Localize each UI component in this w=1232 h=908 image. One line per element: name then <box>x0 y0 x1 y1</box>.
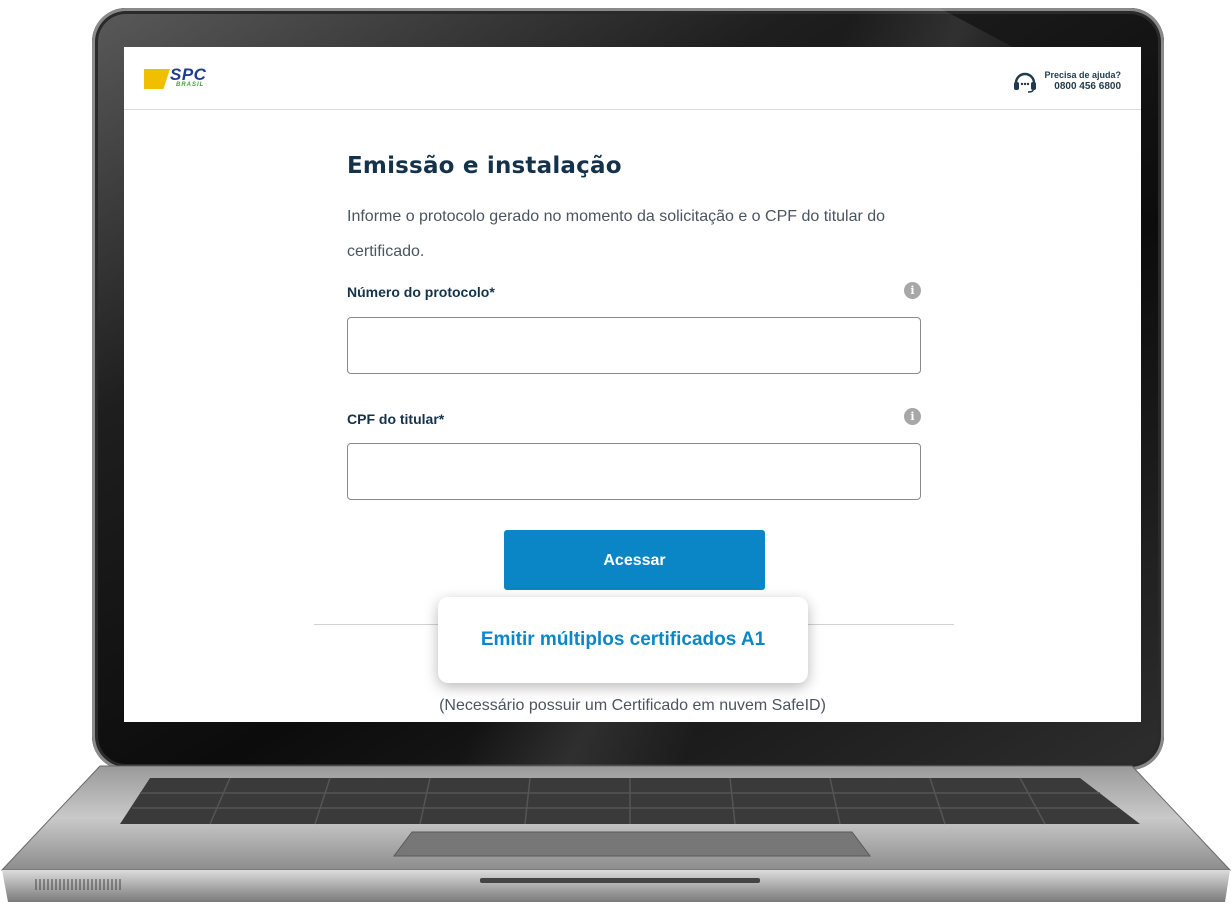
protocol-input[interactable] <box>347 317 921 374</box>
logo-subtext: BRASIL <box>176 82 205 88</box>
protocol-label: Número do protocolo* <box>347 284 495 300</box>
protocol-info-icon[interactable]: i <box>904 282 921 299</box>
cpf-label: CPF do titular* <box>347 411 445 427</box>
cpf-info-icon[interactable]: i <box>904 408 921 425</box>
laptop-screen: SPC BRASIL Precisa de ajuda? 0800 456 68… <box>124 47 1141 722</box>
headset-icon <box>1014 72 1037 93</box>
help-title: Precisa de ajuda? <box>1044 70 1121 80</box>
requirement-note: (Necessário possuir um Certificado em nu… <box>439 697 826 714</box>
laptop-base <box>0 765 1232 902</box>
page-description: Informe o protocolo gerado no momento da… <box>347 208 886 260</box>
emit-multiple-certificates-button[interactable]: Emitir múltiplos certificados A1 <box>438 597 808 683</box>
help-contact[interactable]: Precisa de ajuda? 0800 456 6800 <box>1012 67 1121 95</box>
cpf-input[interactable] <box>347 443 921 500</box>
site-header: SPC BRASIL Precisa de ajuda? 0800 456 68… <box>124 47 1141 110</box>
access-button[interactable]: Acessar <box>504 530 765 590</box>
page-title: Emissão e instalação <box>347 153 622 179</box>
logo-mark <box>144 69 170 89</box>
help-text: Precisa de ajuda? 0800 456 6800 <box>1044 69 1121 93</box>
spc-logo[interactable]: SPC BRASIL <box>144 65 208 93</box>
help-phone: 0800 456 6800 <box>1054 81 1121 92</box>
